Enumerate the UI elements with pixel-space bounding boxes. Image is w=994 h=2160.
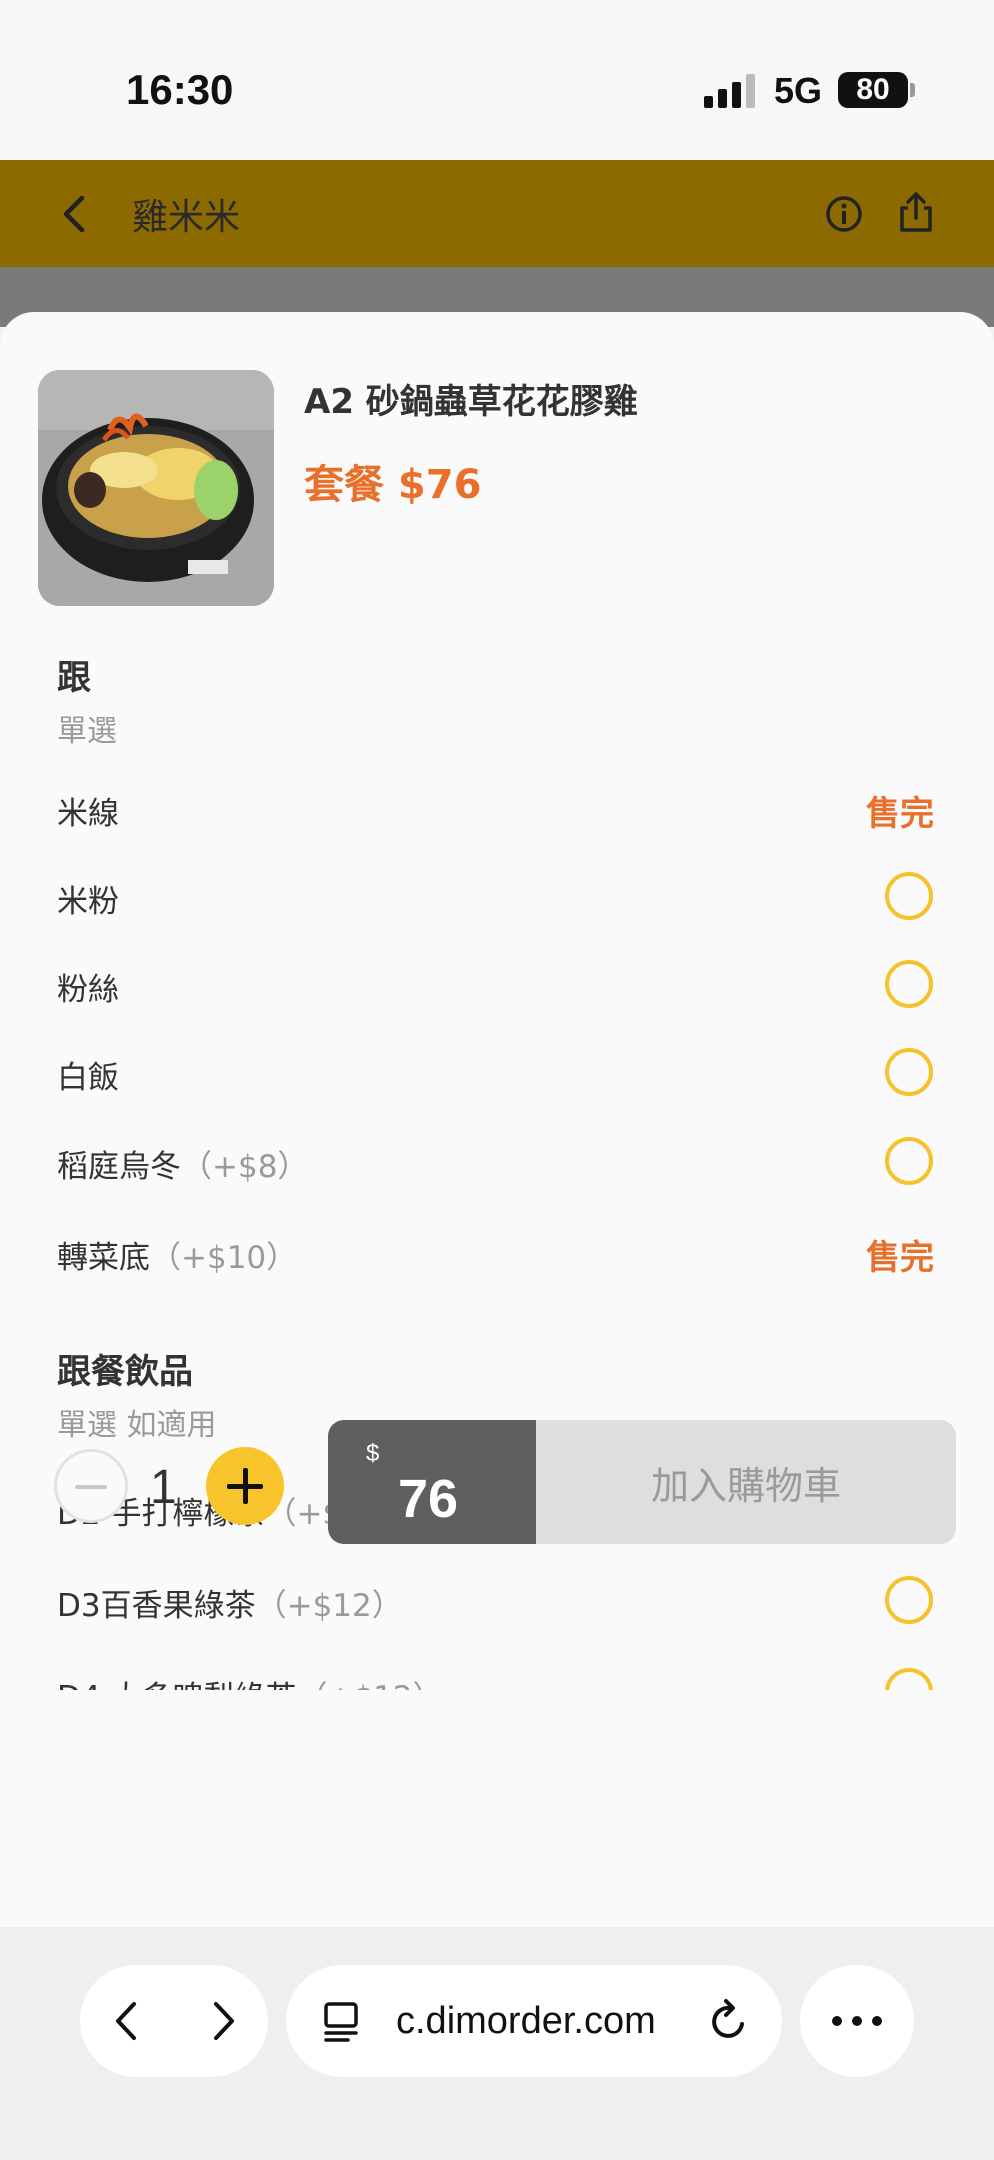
- increase-quantity-button[interactable]: [206, 1447, 284, 1525]
- more-dots-icon[interactable]: [830, 2010, 884, 2032]
- battery-cap: [910, 83, 915, 97]
- section-subtitle-noodle: 單選: [57, 714, 117, 749]
- section-title-noodle: 跟: [57, 658, 91, 698]
- scroll-clip: [0, 1690, 994, 1720]
- status-time: 16:30: [126, 66, 234, 113]
- radio-button[interactable]: [885, 872, 933, 920]
- info-icon[interactable]: [824, 194, 864, 234]
- option-surcharge: （+$12）: [255, 1588, 403, 1624]
- dish-photo: [38, 370, 274, 606]
- radio-button[interactable]: [885, 1048, 933, 1096]
- total-price-box: $ 76: [328, 1420, 536, 1544]
- option-label: 米粉: [57, 884, 119, 920]
- option-rice-noodle: 米線 售完: [0, 778, 994, 838]
- option-vegetable-base: 轉菜底（+$10） 售完: [0, 1222, 994, 1282]
- dish-price: 套餐 $76: [304, 462, 482, 508]
- radio-button[interactable]: [885, 1137, 933, 1185]
- option-label: D3百香果綠茶（+$12）: [57, 1588, 403, 1624]
- battery-level: 80: [856, 73, 890, 106]
- radio-button[interactable]: [885, 1576, 933, 1624]
- browser-forward-icon[interactable]: [206, 1998, 242, 2044]
- option-surcharge: （+$8）: [181, 1149, 309, 1185]
- option-mifen[interactable]: 米粉: [0, 866, 994, 926]
- option-d3-passion-fruit-tea[interactable]: D3百香果綠茶（+$12）: [0, 1570, 994, 1630]
- url-text[interactable]: c.dimorder.com: [396, 2000, 656, 2043]
- dish-photo-illustration: [38, 370, 274, 606]
- back-arrow-icon[interactable]: [56, 192, 96, 236]
- option-label: 白飯: [57, 1060, 119, 1096]
- browser-back-icon[interactable]: [108, 1998, 144, 2044]
- sold-out-badge: 售完: [866, 1238, 934, 1278]
- item-options-sheet: A2 砂鍋蟲草花花膠雞 套餐 $76 跟 單選 米線 售完 米粉 粉絲 白飯 稻…: [0, 312, 994, 1927]
- option-label: 轉菜底（+$10）: [57, 1240, 298, 1276]
- dish-name: A2 砂鍋蟲草花花膠雞: [304, 382, 638, 422]
- price-amount: 76: [398, 1469, 459, 1529]
- decrease-quantity-button[interactable]: [54, 1449, 128, 1523]
- section-title-drink: 跟餐飲品: [57, 1352, 193, 1392]
- price-currency: $: [366, 1440, 380, 1467]
- option-label: 粉絲: [57, 972, 119, 1008]
- option-label: 米線: [57, 796, 119, 832]
- network-label: 5G: [774, 70, 823, 111]
- option-inaniwa-udon[interactable]: 稻庭烏冬（+$8）: [0, 1131, 994, 1191]
- option-label: 稻庭烏冬（+$8）: [57, 1149, 309, 1185]
- status-bar: 16:30 5G 80: [0, 0, 994, 160]
- reload-icon[interactable]: [708, 1998, 750, 2044]
- radio-button[interactable]: [885, 960, 933, 1008]
- signal-icon: [704, 74, 755, 108]
- share-icon[interactable]: [896, 190, 936, 234]
- battery-icon: 80: [838, 72, 908, 108]
- section-subtitle-drink: 單選 如適用: [57, 1408, 217, 1443]
- quantity-value: 1: [150, 1461, 177, 1514]
- add-to-cart-button[interactable]: 加入購物車: [536, 1420, 956, 1544]
- option-surcharge: （+$10）: [150, 1240, 298, 1276]
- option-vermicelli[interactable]: 粉絲: [0, 954, 994, 1014]
- page-menu-icon[interactable]: [322, 2000, 362, 2042]
- option-white-rice[interactable]: 白飯: [0, 1042, 994, 1102]
- store-title: 雞米米: [132, 197, 241, 238]
- sold-out-badge: 售完: [866, 794, 934, 834]
